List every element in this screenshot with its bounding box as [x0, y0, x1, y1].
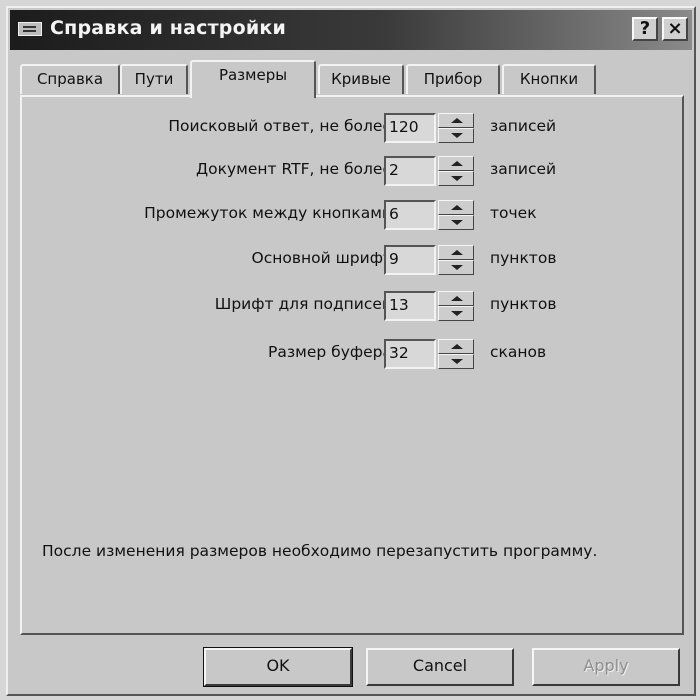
- setting-label: Размер буфера: [268, 343, 392, 361]
- setting-unit: пунктов: [490, 249, 557, 267]
- spin-up-arrow-icon[interactable]: [438, 291, 474, 306]
- tab-spravka[interactable]: Справка: [20, 64, 120, 94]
- setting-label: Основной шрифт: [251, 249, 392, 267]
- tab-razmery[interactable]: Размеры: [190, 60, 316, 98]
- spin-down-arrow-icon[interactable]: [438, 171, 474, 186]
- spin-down-arrow-icon[interactable]: [438, 128, 474, 143]
- setting-unit: пунктов: [490, 295, 557, 313]
- title-bar[interactable]: Справка и настройки ? ×: [10, 10, 692, 50]
- search-limit-spinner[interactable]: [438, 113, 474, 143]
- rtf-limit-spinner[interactable]: [438, 156, 474, 186]
- cancel-button[interactable]: Cancel: [366, 648, 514, 686]
- apply-button[interactable]: Apply: [532, 648, 680, 686]
- app-icon: [18, 22, 42, 36]
- setting-label: Промежуток между кнопками: [144, 204, 392, 222]
- spin-down-arrow-icon[interactable]: [438, 306, 474, 321]
- tab-knopki[interactable]: Кнопки: [502, 64, 596, 94]
- ok-button[interactable]: OK: [203, 647, 353, 687]
- buffer-size-input[interactable]: 32: [384, 339, 436, 369]
- setting-unit: записей: [490, 160, 557, 178]
- setting-row: Основной шрифт 9 пунктов: [22, 243, 686, 277]
- tab-panel-razmery: Поисковый ответ, не более 120 записей До…: [20, 95, 684, 635]
- spin-down-arrow-icon[interactable]: [438, 354, 474, 369]
- setting-row: Поисковый ответ, не более 120 записей: [22, 111, 686, 145]
- button-gap-input[interactable]: 6: [384, 200, 436, 230]
- setting-row: Шрифт для подписей 13 пунктов: [22, 289, 686, 323]
- spin-up-arrow-icon[interactable]: [438, 156, 474, 171]
- setting-row: Размер буфера 32 сканов: [22, 337, 686, 371]
- setting-label: Поисковый ответ, не более: [168, 117, 392, 135]
- setting-unit: записей: [490, 117, 557, 135]
- caption-font-spinner[interactable]: [438, 291, 474, 321]
- button-gap-spinner[interactable]: [438, 200, 474, 230]
- spin-up-arrow-icon[interactable]: [438, 245, 474, 260]
- rtf-limit-input[interactable]: 2: [384, 156, 436, 186]
- setting-label: Шрифт для подписей: [214, 295, 392, 313]
- tab-krivye[interactable]: Кривые: [318, 64, 404, 94]
- setting-unit: сканов: [490, 343, 547, 361]
- setting-row: Промежуток между кнопками 6 точек: [22, 198, 686, 232]
- tab-puti[interactable]: Пути: [120, 64, 188, 94]
- close-button[interactable]: ×: [662, 17, 688, 41]
- restart-note: После изменения размеров необходимо пере…: [42, 542, 598, 560]
- caption-font-input[interactable]: 13: [384, 291, 436, 321]
- setting-row: Документ RTF, не более 2 записей: [22, 154, 686, 188]
- help-button[interactable]: ?: [632, 17, 658, 41]
- spin-down-arrow-icon[interactable]: [438, 260, 474, 275]
- main-font-input[interactable]: 9: [384, 245, 436, 275]
- spin-up-arrow-icon[interactable]: [438, 339, 474, 354]
- search-limit-input[interactable]: 120: [384, 113, 436, 143]
- spin-up-arrow-icon[interactable]: [438, 200, 474, 215]
- window-title: Справка и настройки: [50, 17, 286, 39]
- spin-down-arrow-icon[interactable]: [438, 215, 474, 230]
- main-font-spinner[interactable]: [438, 245, 474, 275]
- tab-pribor[interactable]: Прибор: [406, 64, 500, 94]
- setting-label: Документ RTF, не более: [196, 160, 392, 178]
- setting-unit: точек: [490, 204, 537, 222]
- spin-up-arrow-icon[interactable]: [438, 113, 474, 128]
- buffer-size-spinner[interactable]: [438, 339, 474, 369]
